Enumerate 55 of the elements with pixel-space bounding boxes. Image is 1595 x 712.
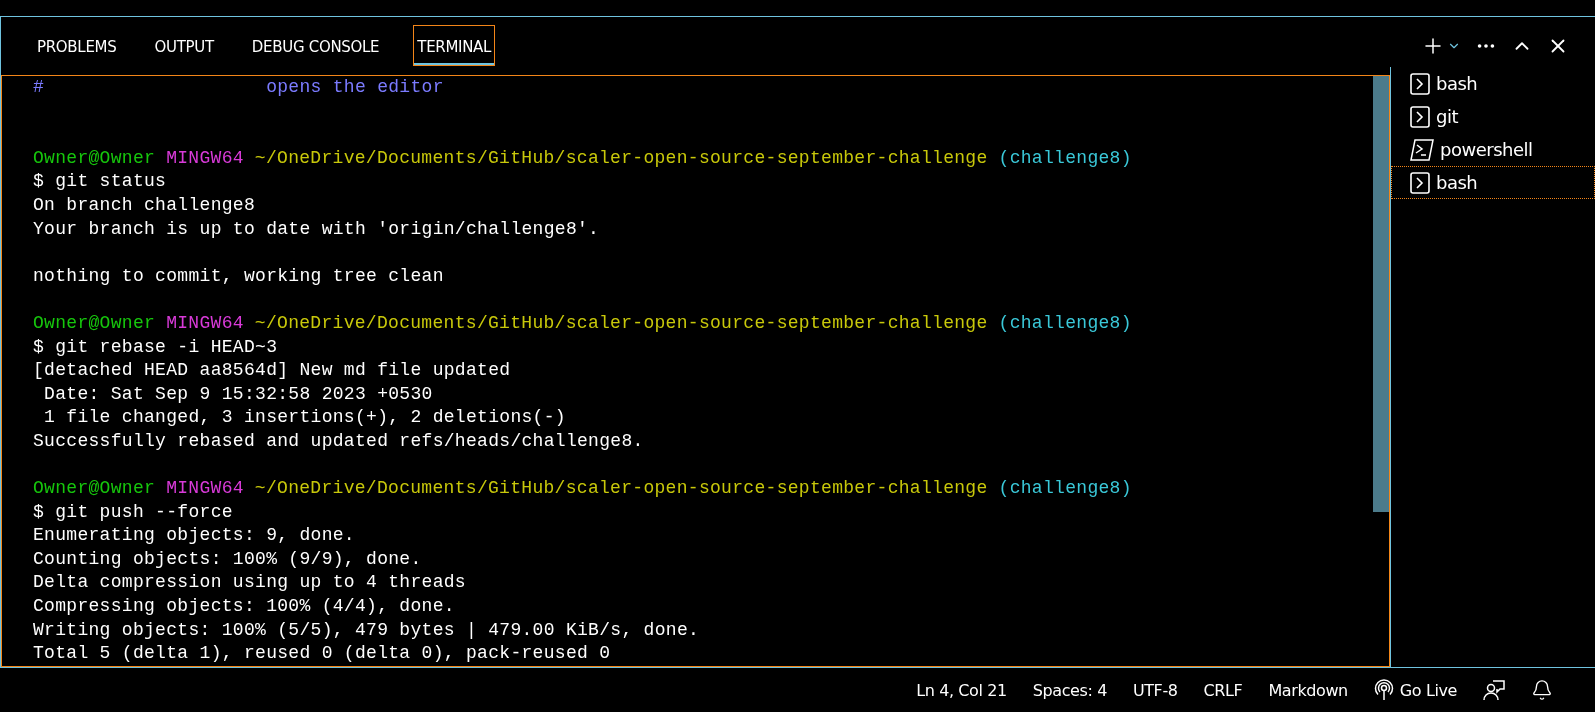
terminal-text: $ git push --force [33, 500, 233, 524]
terminal-name: powershell [1440, 139, 1533, 160]
terminal-name: git [1436, 106, 1458, 127]
terminal-text: Owner@Owner [33, 146, 156, 170]
terminal-text: (challenge8) [998, 477, 1132, 501]
terminal-list-item[interactable]: powershell [1391, 133, 1595, 166]
terminal-text: Owner@Owner [33, 477, 156, 501]
status-item[interactable]: UTF-8 [1132, 680, 1178, 700]
terminal-text: 1 file changed, 3 insertions(+), 2 deletions(-) [43, 406, 566, 430]
go-live-button[interactable]: Go Live [1373, 679, 1457, 701]
panel-tab[interactable]: PROBLEMS [33, 25, 121, 66]
terminal-text: $ git rebase -i HEAD~3 [33, 335, 278, 359]
terminal-list-item[interactable]: bash [1391, 67, 1595, 100]
terminal-text: MINGW64 [166, 146, 244, 170]
terminal-text: ~/OneDrive/Documents/GitHub/scaler-open-source-september-challenge [254, 311, 988, 335]
terminal-text: [detached HEAD aa8564d] New md file updated [33, 359, 511, 383]
terminal-text: Your branch is up to date with 'origin/challenge8'. [33, 217, 600, 241]
terminal-icon [1410, 105, 1430, 128]
feedback-icon[interactable] [1483, 679, 1505, 701]
terminal-text: Delta compression using up to 4 threads [33, 571, 466, 595]
terminal-list-item[interactable]: git [1391, 100, 1595, 133]
terminal-text: Successfully rebased and updated refs/heads/challenge8. [33, 429, 644, 453]
terminal-text: (challenge8) [998, 146, 1132, 170]
panel-tab[interactable]: OUTPUT [150, 25, 218, 66]
panel-tab[interactable]: TERMINAL [413, 25, 496, 66]
terminal-text: # opens the editor [33, 76, 444, 99]
status-item[interactable]: Ln 4, Col 21 [916, 680, 1007, 700]
terminal-name: bash [1436, 172, 1478, 193]
terminal-text: Compressing objects: 100% (4/4), done. [33, 595, 455, 619]
terminal-text: Total 5 (delta 1), reused 0 (delta 0), pack-reused 0 [33, 642, 611, 666]
terminal-list-item[interactable]: bash [1391, 166, 1595, 199]
terminal-text: MINGW64 [166, 311, 244, 335]
bell-icon[interactable] [1531, 679, 1553, 701]
terminal-icon [1410, 72, 1430, 95]
powershell-icon [1410, 138, 1434, 161]
terminal-text: ~/OneDrive/Documents/GitHub/scaler-open-source-september-challenge [254, 146, 988, 170]
terminal-text: Writing objects: 100% (5/5), 479 bytes | 479.00 KiB/s, done. [33, 618, 700, 642]
panel-tab[interactable]: DEBUG CONSOLE [247, 25, 384, 66]
status-item[interactable]: CRLF [1203, 680, 1243, 700]
terminal-text: Owner@Owner [33, 311, 156, 335]
terminal-text: On branch challenge8 [33, 193, 256, 217]
scrollbar-thumb[interactable] [1373, 76, 1389, 512]
terminal-text: Date: Sat Sep 9 15:32:58 2023 +0530 [43, 382, 433, 406]
status-item[interactable]: Spaces: 4 [1032, 680, 1107, 700]
status-item[interactable]: Markdown [1268, 680, 1348, 700]
broadcast-icon [1373, 679, 1394, 701]
terminal-text: (challenge8) [998, 311, 1132, 335]
terminal-text: ~/OneDrive/Documents/GitHub/scaler-open-source-september-challenge [254, 477, 988, 501]
terminal-icon [1410, 171, 1430, 194]
terminal-text: $ git status [33, 170, 167, 194]
terminal-text: MINGW64 [166, 477, 244, 501]
terminal-text: Counting objects: 100% (9/9), done. [33, 547, 422, 571]
terminal-text: Enumerating objects: 9, done. [33, 524, 355, 548]
terminal-name: bash [1436, 73, 1478, 94]
terminal-text: nothing to commit, working tree clean [33, 264, 444, 288]
